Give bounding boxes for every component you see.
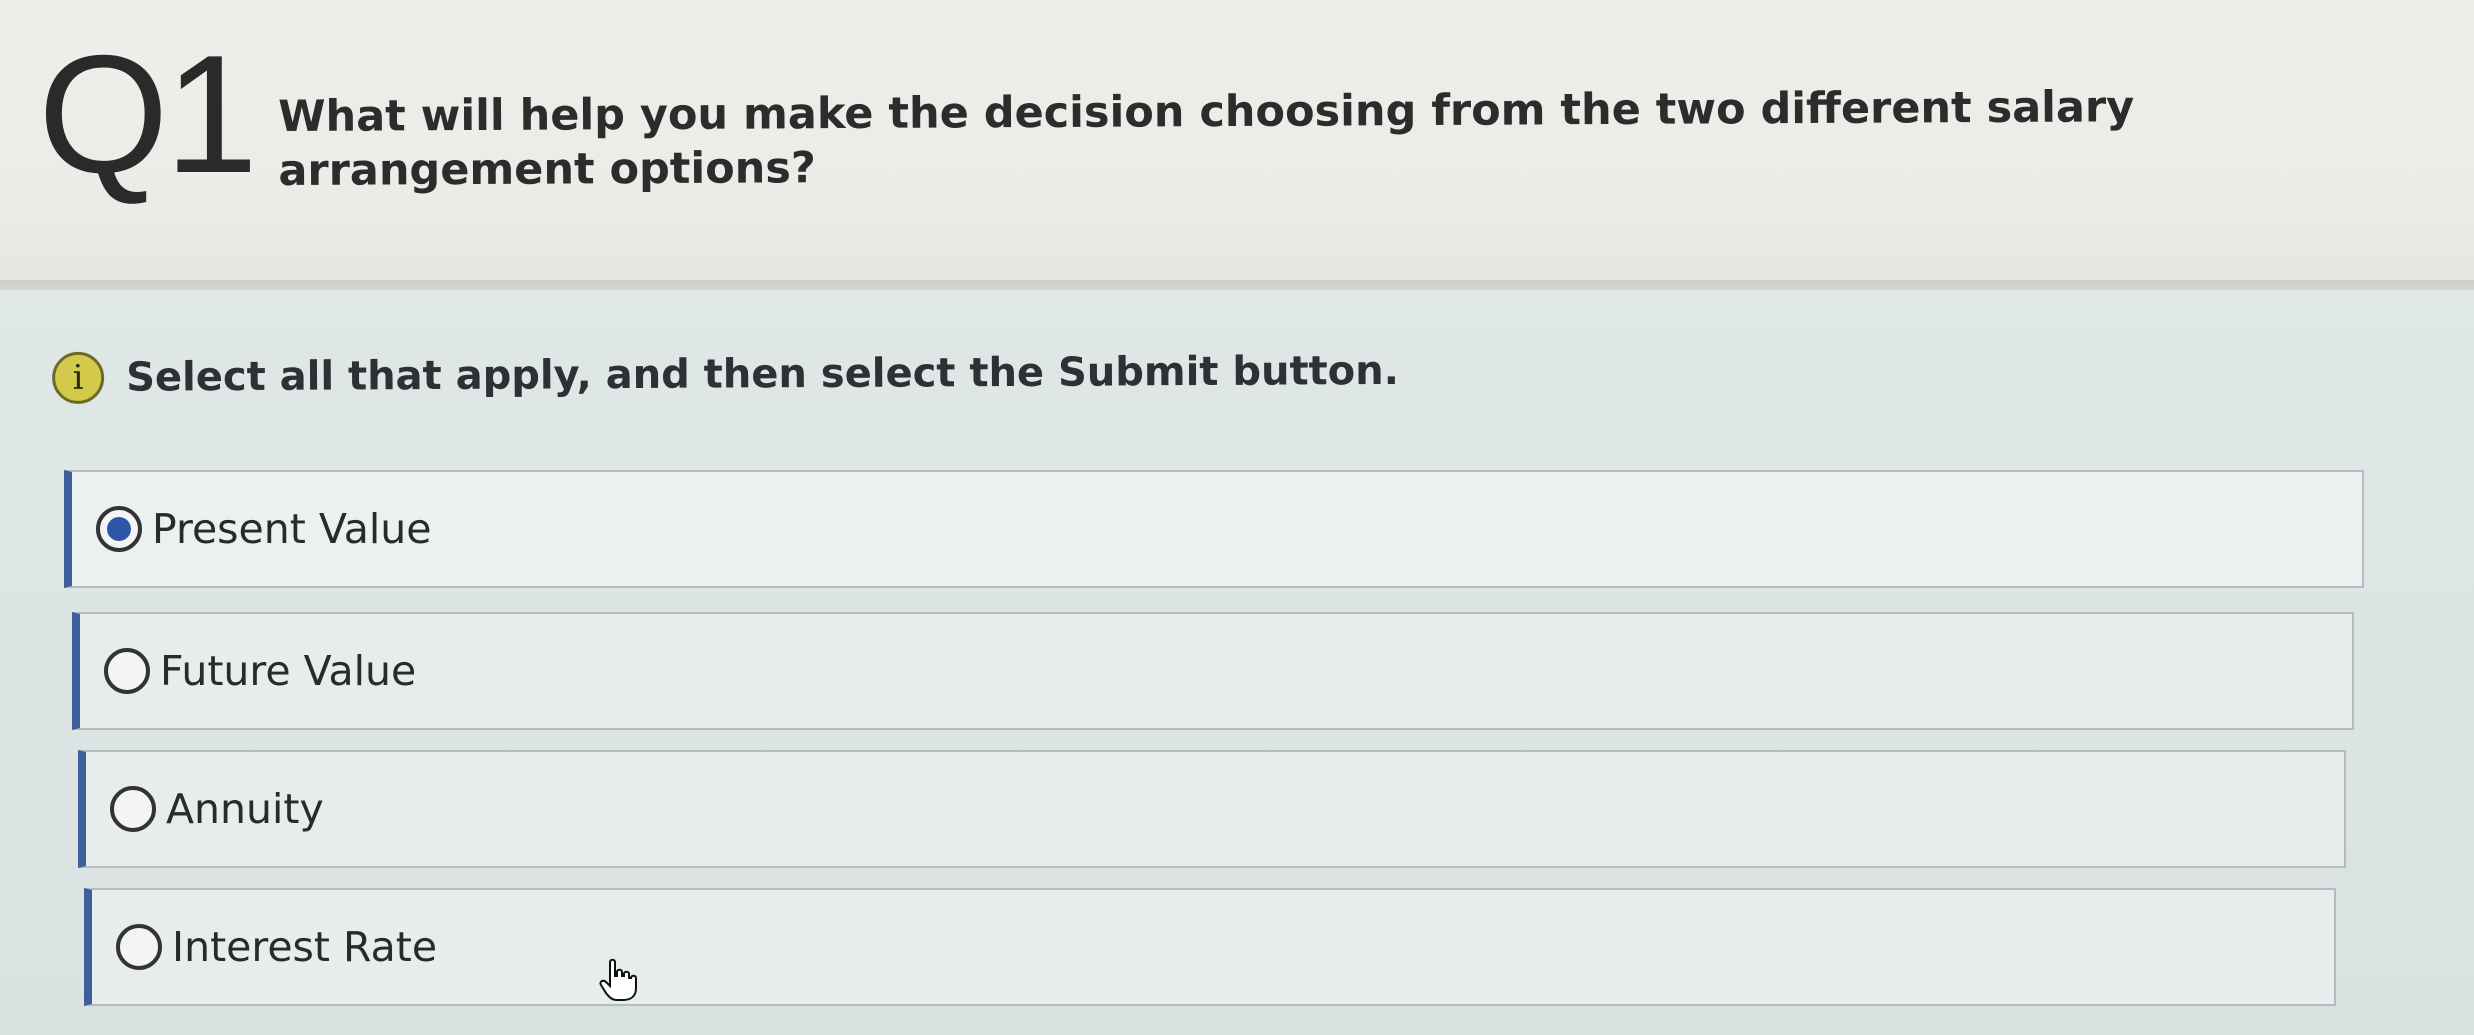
option-label: Annuity: [166, 785, 324, 833]
option-future-value[interactable]: Future Value: [72, 612, 2354, 730]
option-label: Present Value: [152, 505, 432, 553]
option-present-value[interactable]: Present Value: [64, 470, 2364, 588]
option-interest-rate[interactable]: Interest Rate: [84, 888, 2336, 1006]
option-label: Interest Rate: [172, 923, 438, 971]
radio-selected-icon[interactable]: [96, 506, 142, 552]
option-label: Future Value: [160, 647, 417, 695]
hand-cursor-icon: [599, 958, 637, 1001]
option-annuity[interactable]: Annuity: [78, 750, 2346, 868]
options-list: Present Value Future Value Annuity Inter…: [0, 0, 2474, 1035]
radio-unselected-icon[interactable]: [110, 786, 156, 832]
radio-unselected-icon[interactable]: [116, 924, 162, 970]
radio-unselected-icon[interactable]: [104, 648, 150, 694]
